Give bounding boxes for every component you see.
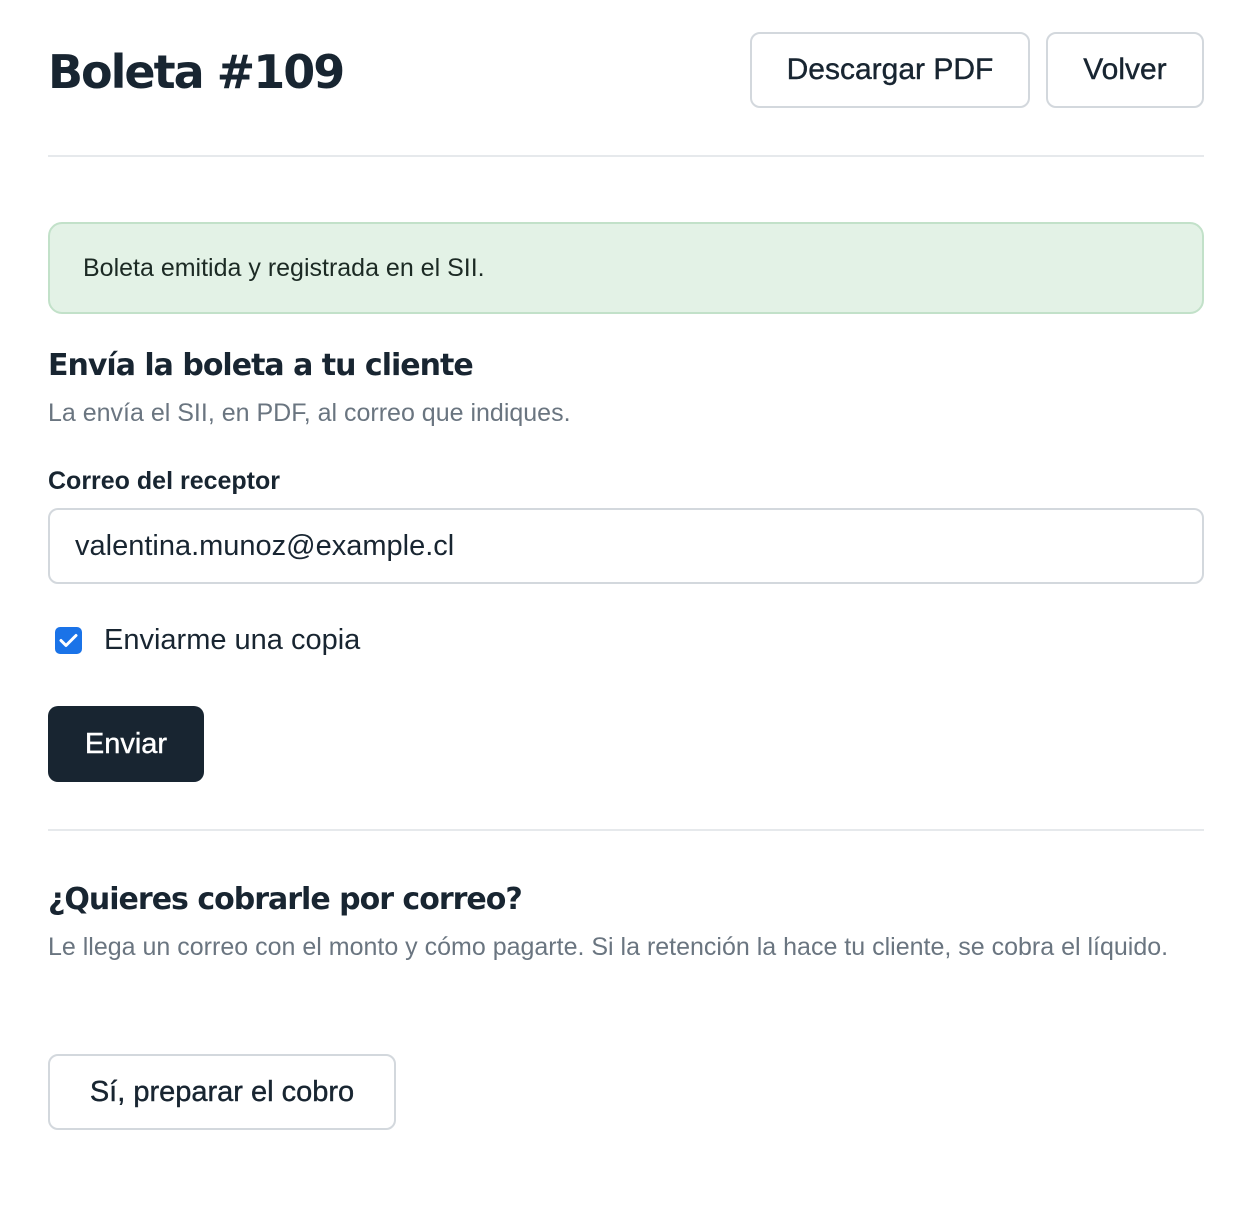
send-section-subtext: La envía el SII, en PDF, al correo que i… — [48, 399, 571, 427]
send-section-heading: Envía la boleta a tu cliente — [48, 348, 474, 383]
copy-checkbox-label[interactable]: Enviarme una copia — [104, 624, 360, 657]
charge-section-heading: ¿Quieres cobrarle por correo? — [48, 882, 523, 917]
email-label: Correo del receptor — [48, 467, 281, 495]
header-divider — [48, 155, 1204, 157]
header-actions: Descargar PDF Volver — [750, 32, 1204, 108]
page-title: Boleta #109 — [48, 45, 345, 99]
back-button[interactable]: Volver — [1046, 32, 1204, 108]
prepare-charge-button[interactable]: Sí, preparar el cobro — [48, 1054, 396, 1130]
email-input[interactable] — [48, 508, 1204, 584]
charge-section-subtext: Le llega un correo con el monto y cómo p… — [48, 933, 1169, 961]
page-header: Boleta #109 Descargar PDF Volver — [48, 32, 1204, 108]
boleta-page: Boleta #109 Descargar PDF Volver Boleta … — [0, 0, 1252, 1224]
success-alert: Boleta emitida y registrada en el SII. — [48, 222, 1204, 314]
copy-checkbox-row: Enviarme una copia — [55, 620, 360, 660]
checkmark-icon — [59, 633, 78, 647]
copy-checkbox[interactable] — [55, 626, 82, 654]
section-divider — [48, 829, 1204, 831]
download-pdf-button[interactable]: Descargar PDF — [750, 32, 1030, 108]
alert-message: Boleta emitida y registrada en el SII. — [83, 253, 485, 282]
send-button[interactable]: Enviar — [48, 706, 204, 782]
